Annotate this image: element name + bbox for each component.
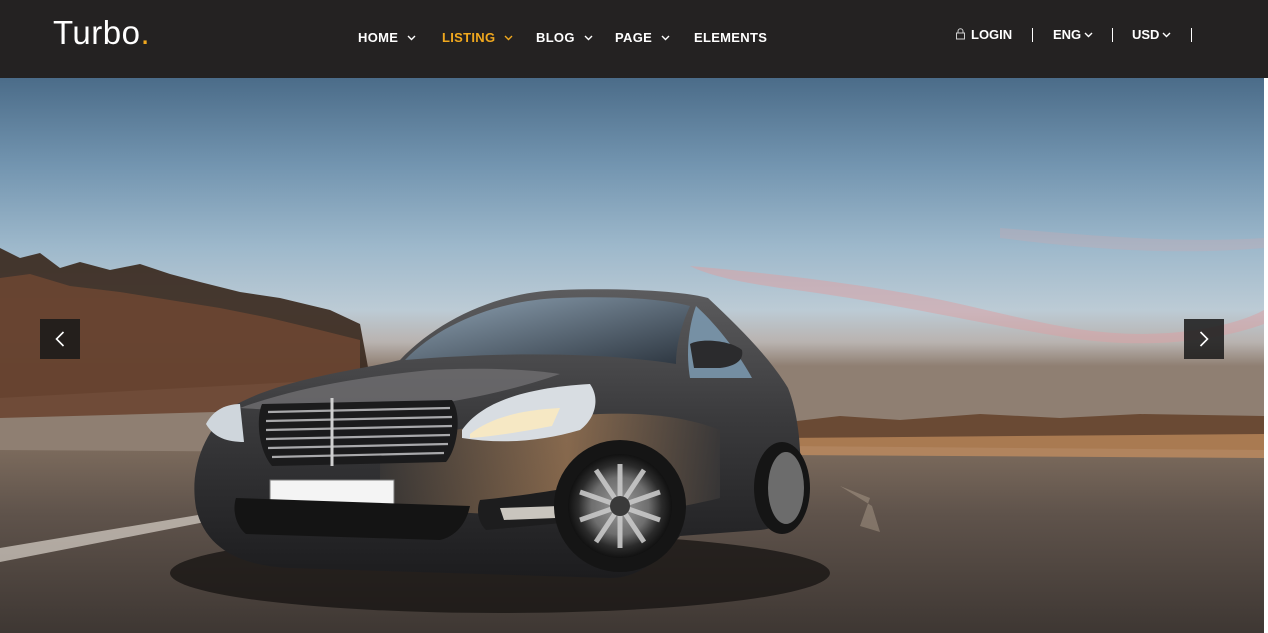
login-label: LOGIN <box>971 27 1013 42</box>
divider <box>1191 28 1192 42</box>
chevron-down-icon <box>407 35 416 41</box>
divider <box>1112 28 1113 42</box>
logo-dot: . <box>140 14 151 51</box>
logo-text: Turbo <box>53 14 141 51</box>
chevron-down-icon <box>584 35 593 41</box>
nav-item-home[interactable]: HOME <box>358 30 416 46</box>
chevron-down-icon <box>1084 32 1093 38</box>
nav-item-page[interactable]: PAGE <box>615 30 670 46</box>
lock-icon <box>956 28 965 40</box>
chevron-down-icon <box>504 35 513 41</box>
currency-value: USD <box>1132 27 1160 42</box>
nav-item-label: ELEMENTS <box>694 30 768 45</box>
nav-item-elements[interactable]: ELEMENTS <box>694 30 767 46</box>
hero-slider <box>0 78 1264 633</box>
logo[interactable]: Turbo. <box>53 16 150 49</box>
currency-selector[interactable]: USD <box>1132 27 1171 43</box>
slider-prev-button[interactable] <box>40 319 80 359</box>
nav-item-label: BLOG <box>536 30 575 45</box>
divider <box>1032 28 1033 42</box>
language-selector[interactable]: ENG <box>1053 27 1093 43</box>
slider-next-button[interactable] <box>1184 319 1224 359</box>
chevron-left-icon <box>55 331 65 347</box>
nav-item-blog[interactable]: BLOG <box>536 30 593 46</box>
chevron-down-icon <box>661 35 670 41</box>
nav-item-label: HOME <box>358 30 399 45</box>
top-navigation-bar: Turbo. HOME LISTING BLOG PAGE ELEMENTS L… <box>0 0 1268 78</box>
chevron-right-icon <box>1199 331 1209 347</box>
nav-item-listing[interactable]: LISTING <box>442 30 513 46</box>
nav-item-label: PAGE <box>615 30 653 45</box>
page-edge <box>1264 78 1268 633</box>
language-value: ENG <box>1053 27 1082 42</box>
nav-item-label: LISTING <box>442 30 496 45</box>
chevron-down-icon <box>1162 32 1171 38</box>
login-link[interactable]: LOGIN <box>955 27 1012 43</box>
hero-car-image <box>0 78 1264 633</box>
